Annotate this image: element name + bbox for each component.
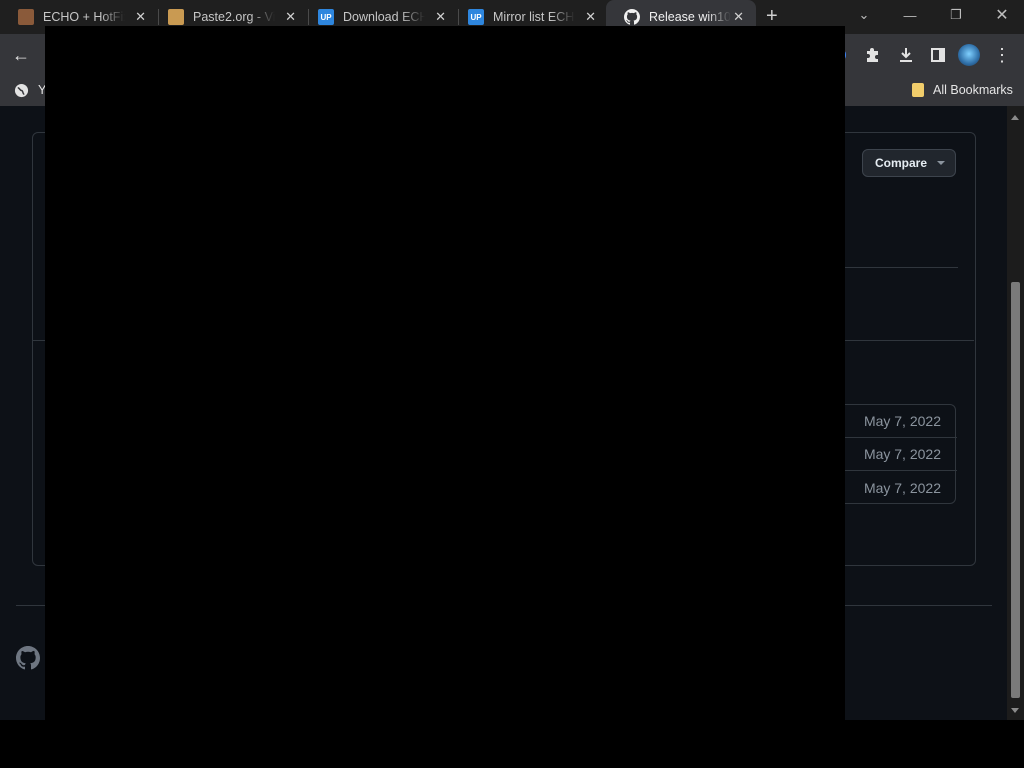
scrollbar-thumb[interactable]	[1011, 282, 1020, 698]
tab-title: ECHO + HotFix	[43, 10, 125, 24]
menu-kebab-icon[interactable]: ⋮	[991, 44, 1013, 66]
chevron-down-icon	[937, 161, 946, 165]
github-icon	[624, 9, 640, 25]
bottom-black-area	[0, 720, 1024, 768]
close-window-button[interactable]: ✕	[980, 0, 1024, 30]
close-icon[interactable]: ✕	[585, 9, 596, 25]
extensions-puzzle-icon[interactable]	[863, 44, 885, 66]
echo-favicon-icon	[18, 9, 34, 25]
compare-button[interactable]: Compare	[862, 149, 956, 177]
tab-search-icon[interactable]: ⌄	[842, 0, 886, 30]
close-icon[interactable]: ✕	[733, 9, 744, 25]
download-icon[interactable]	[895, 44, 917, 66]
all-bookmarks-link[interactable]: All Bookmarks	[933, 83, 1013, 97]
restore-button[interactable]: ❐	[934, 0, 978, 30]
scroll-up-arrow-icon[interactable]	[1011, 115, 1019, 120]
minimize-button[interactable]: —	[888, 0, 932, 30]
folder-icon	[912, 83, 924, 97]
tab-title: Download ECHO	[343, 10, 425, 24]
black-overlay-panel	[45, 26, 845, 720]
tab-title: Mirror list ECHO	[493, 10, 575, 24]
compare-label: Compare	[875, 156, 928, 170]
asset-date: May 7, 2022	[863, 479, 941, 496]
side-panel-icon[interactable]	[927, 44, 949, 66]
github-logo-icon[interactable]	[16, 646, 40, 670]
tab-title: Release win10_	[649, 10, 731, 24]
vertical-scrollbar[interactable]	[1007, 106, 1024, 720]
paste2-favicon-icon	[168, 9, 184, 25]
scroll-down-arrow-icon[interactable]	[1011, 708, 1019, 713]
globe-icon[interactable]	[14, 83, 29, 103]
profile-avatar[interactable]	[958, 44, 980, 66]
close-icon[interactable]: ✕	[435, 9, 446, 25]
asset-date: May 7, 2022	[863, 446, 941, 462]
uptobox-favicon-icon: UP	[468, 9, 484, 25]
tab-title: Paste2.org - Vi	[193, 10, 275, 24]
asset-date: May 7, 2022	[863, 413, 941, 429]
back-button[interactable]: ←	[10, 44, 32, 66]
close-icon[interactable]: ✕	[135, 9, 146, 25]
new-tab-button[interactable]: +	[766, 5, 778, 28]
uptobox-favicon-icon: UP	[318, 9, 334, 25]
close-icon[interactable]: ✕	[285, 9, 296, 25]
